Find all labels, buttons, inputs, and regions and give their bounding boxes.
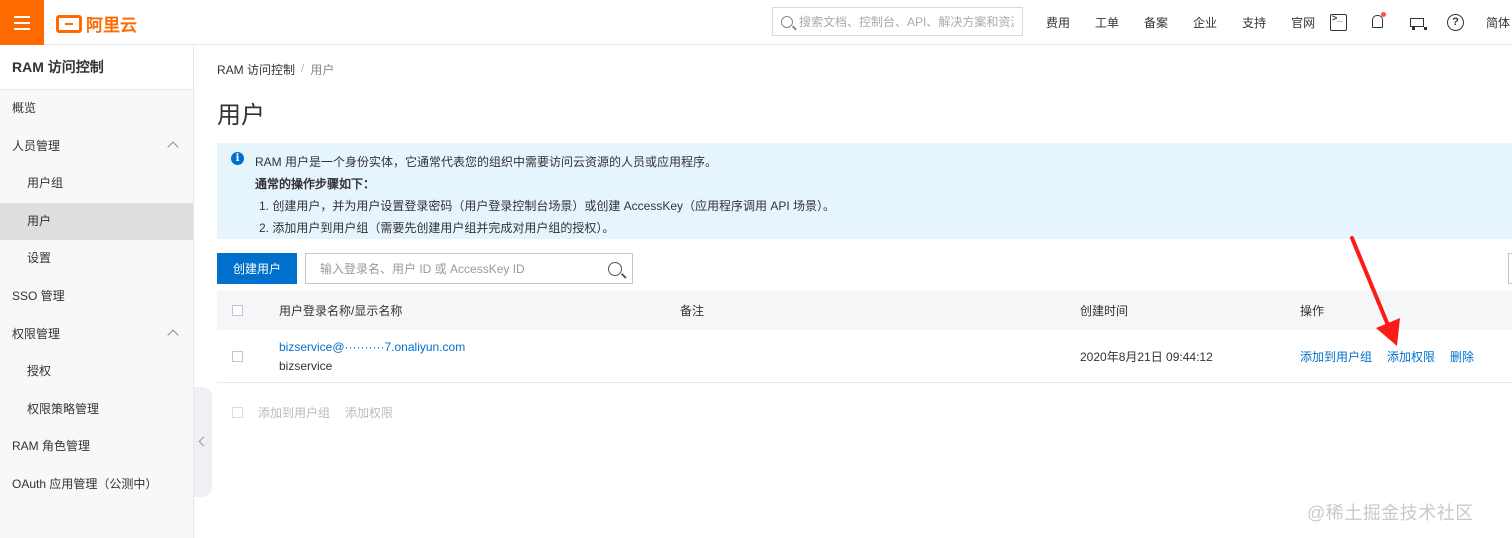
menu-icon[interactable]	[0, 0, 44, 45]
sidebar-item-label: OAuth 应用管理（公测中）	[12, 476, 158, 491]
search-icon	[781, 15, 793, 28]
nav-billing[interactable]: 费用	[1046, 14, 1070, 31]
add-to-group-link[interactable]: 添加到用户组	[1300, 348, 1372, 365]
nav-enterprise[interactable]: 企业	[1193, 14, 1217, 31]
chevron-up-icon	[167, 328, 179, 341]
toolbar: 创建用户	[217, 253, 634, 284]
header-created: 创建时间	[1080, 304, 1129, 318]
user-created-time: 2020年8月21日 09:44:12	[1080, 349, 1213, 364]
sidebar: RAM 访问控制 概览 人员管理 用户组 用户 设置 SSO 管理 权限管理 授…	[0, 45, 194, 538]
nav-icp[interactable]: 备案	[1144, 14, 1168, 31]
create-user-button[interactable]: 创建用户	[217, 253, 298, 284]
row-checkbox[interactable]	[232, 350, 243, 362]
sidebar-item-groups[interactable]: 用户组	[0, 165, 193, 203]
sidebar-item-label: 用户	[27, 213, 52, 228]
top-bar: 阿里云 搜索文档、控制台、API、解决方案和资源 费用 工单 备案 企业 支持 …	[0, 0, 1512, 45]
add-permission-link[interactable]: 添加权限	[1387, 348, 1435, 365]
sidebar-item-grants[interactable]: 授权	[0, 353, 193, 391]
sidebar-item-policies[interactable]: 权限策略管理	[0, 391, 193, 429]
sidebar-item-label: 设置	[27, 251, 52, 266]
select-all-checkbox[interactable]	[232, 305, 243, 316]
search-icon[interactable]	[608, 261, 623, 276]
users-table: 用户登录名称/显示名称 备注 创建时间 操作 bizservice@······…	[217, 291, 1512, 383]
info-notice: i RAM 用户是一个身份实体，它通常代表您的组织中需要访问云资源的人员或应用程…	[217, 143, 1512, 239]
batch-checkbox[interactable]	[232, 407, 243, 418]
nav-ticket[interactable]: 工单	[1095, 14, 1119, 31]
global-search-placeholder: 搜索文档、控制台、API、解决方案和资源	[799, 15, 1014, 29]
sidebar-item-label: 权限策略管理	[27, 401, 100, 416]
info-icon: i	[231, 152, 244, 165]
sidebar-item-label: 用户组	[27, 176, 64, 191]
header-login-name: 用户登录名称/显示名称	[279, 304, 403, 318]
breadcrumb-separator: /	[301, 61, 305, 75]
nav-official-site[interactable]: 官网	[1291, 14, 1315, 31]
user-search-box	[305, 253, 634, 284]
sidebar-title: RAM 访问控制	[0, 45, 193, 90]
chevron-up-icon	[167, 140, 179, 153]
sidebar-item-roles[interactable]: RAM 角色管理	[0, 428, 193, 466]
watermark: @稀土掘金技术社区	[1307, 503, 1474, 523]
sidebar-item-label: RAM 角色管理	[12, 439, 91, 454]
sidebar-item-settings[interactable]: 设置	[0, 240, 193, 278]
sidebar-item-oauth[interactable]: OAuth 应用管理（公测中）	[0, 466, 193, 504]
sidebar-item-label: 概览	[12, 101, 37, 115]
sidebar-item-label: 授权	[27, 364, 52, 379]
header-note: 备注	[680, 304, 705, 318]
user-login-link[interactable]: bizservice@··········7.onaliyun.com	[279, 340, 680, 354]
column-settings-button[interactable]	[1508, 253, 1512, 284]
terminal-icon[interactable]	[1330, 13, 1347, 31]
main-content: RAM 访问控制 / 用户 用户 i RAM 用户是一个身份实体，它通常代表您的…	[194, 45, 1512, 538]
brand-name: 阿里云	[86, 16, 137, 35]
top-nav: 费用 工单 备案 企业 支持 官网	[1046, 0, 1340, 45]
aliyun-logo-icon	[56, 14, 82, 33]
sidebar-item-label: 权限管理	[12, 326, 61, 341]
sidebar-item-users[interactable]: 用户	[0, 202, 193, 241]
batch-add-permission[interactable]: 添加权限	[345, 404, 393, 421]
brand-logo[interactable]: 阿里云	[56, 11, 137, 36]
notice-step: 1. 创建用户，并为用户设置登录密码（用户登录控制台场景）或创建 AccessK…	[259, 199, 836, 213]
delete-link[interactable]: 删除	[1450, 348, 1474, 365]
notice-line: RAM 用户是一个身份实体，它通常代表您的组织中需要访问云资源的人员或应用程序。	[255, 155, 718, 169]
breadcrumb-current: 用户	[310, 63, 335, 77]
notice-step: 2. 添加用户到用户组（需要先创建用户组并完成对用户组的授权）。	[259, 221, 615, 235]
help-icon[interactable]: ?	[1447, 14, 1464, 31]
breadcrumb: RAM 访问控制 / 用户	[217, 61, 334, 78]
table-header: 用户登录名称/显示名称 备注 创建时间 操作	[217, 291, 1512, 330]
table-row: bizservice@··········7.onaliyun.com bizs…	[217, 330, 1512, 383]
breadcrumb-root[interactable]: RAM 访问控制	[217, 61, 295, 78]
page-title: 用户	[217, 102, 265, 129]
sidebar-item-permissions[interactable]: 权限管理	[0, 316, 193, 354]
sidebar-item-overview[interactable]: 概览	[0, 90, 193, 128]
batch-add-to-group[interactable]: 添加到用户组	[258, 404, 330, 421]
cart-icon[interactable]	[1408, 14, 1427, 31]
sidebar-item-identities[interactable]: 人员管理	[0, 128, 193, 166]
language-switch[interactable]: 简体	[1486, 14, 1510, 31]
header-actions: 操作	[1300, 304, 1325, 318]
user-search-input[interactable]	[320, 261, 609, 276]
bell-icon[interactable]	[1369, 12, 1386, 31]
nav-support[interactable]: 支持	[1242, 14, 1266, 31]
global-search-input[interactable]: 搜索文档、控制台、API、解决方案和资源	[772, 7, 1023, 36]
sidebar-item-label: SSO 管理	[12, 288, 65, 303]
batch-actions: 添加到用户组 添加权限	[232, 404, 393, 421]
notice-subtitle: 通常的操作步骤如下：	[255, 177, 376, 191]
top-icons: ? 简体	[1330, 0, 1510, 45]
sidebar-item-sso[interactable]: SSO 管理	[0, 278, 193, 316]
user-display-name: bizservice	[279, 358, 333, 373]
sidebar-item-label: 人员管理	[12, 138, 61, 153]
